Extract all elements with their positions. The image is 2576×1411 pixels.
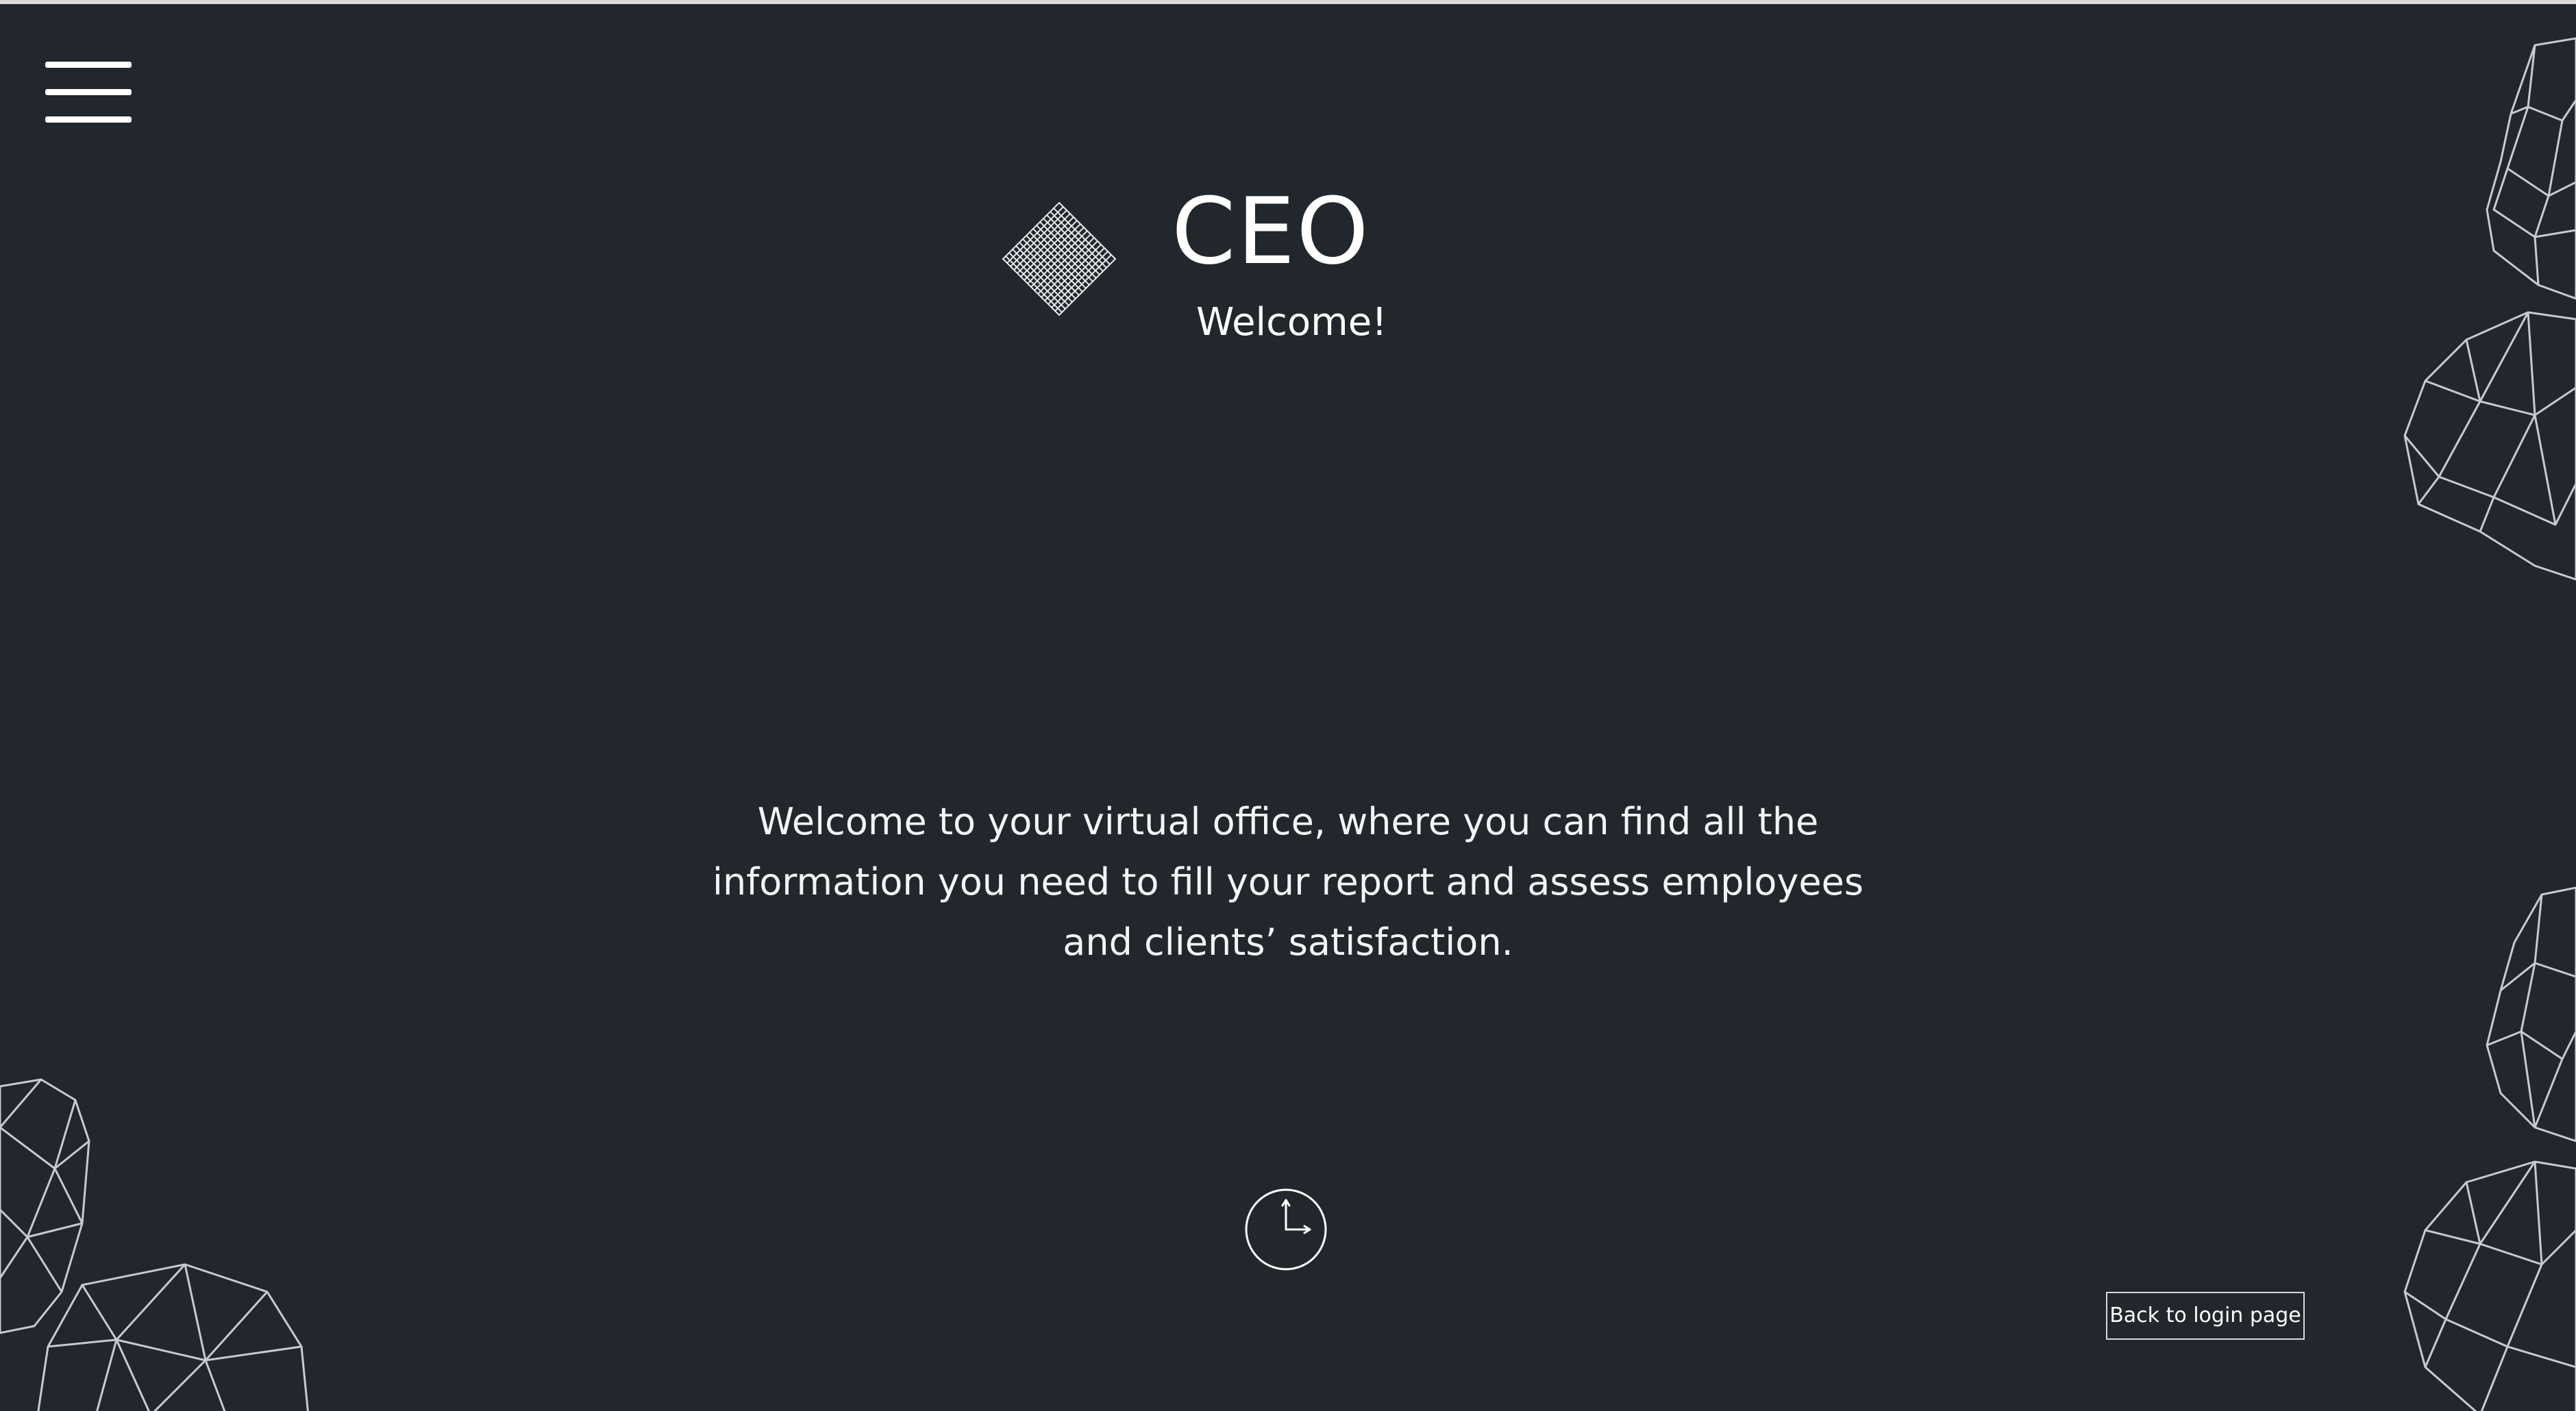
diamond-logo-icon [1002, 201, 1117, 316]
wireframe-shape-bottom-right-2 [2403, 1160, 2576, 1411]
welcome-subtitle: Welcome! [1196, 300, 1387, 345]
clock-icon[interactable] [1243, 1186, 1329, 1273]
wireframe-shape-top-right-1 [2486, 37, 2576, 300]
menu-line [45, 89, 132, 95]
back-to-login-button[interactable]: Back to login page [2106, 1292, 2305, 1340]
wireframe-shape-top-right-2 [2403, 311, 2576, 581]
welcome-message: Welcome to your virtual office, where yo… [712, 800, 1863, 964]
wireframe-shape-bottom-left-1 [0, 1078, 90, 1334]
menu-line [45, 62, 132, 68]
virtual-office-page: CEO Welcome! Welcome to your virtual off… [0, 0, 2576, 1411]
wireframe-shape-bottom-left-2 [37, 1263, 309, 1411]
hamburger-menu-icon[interactable] [45, 58, 133, 126]
menu-line [45, 116, 132, 123]
page-title: CEO [1172, 178, 1370, 285]
wireframe-shape-bottom-right-1 [2486, 886, 2576, 1142]
